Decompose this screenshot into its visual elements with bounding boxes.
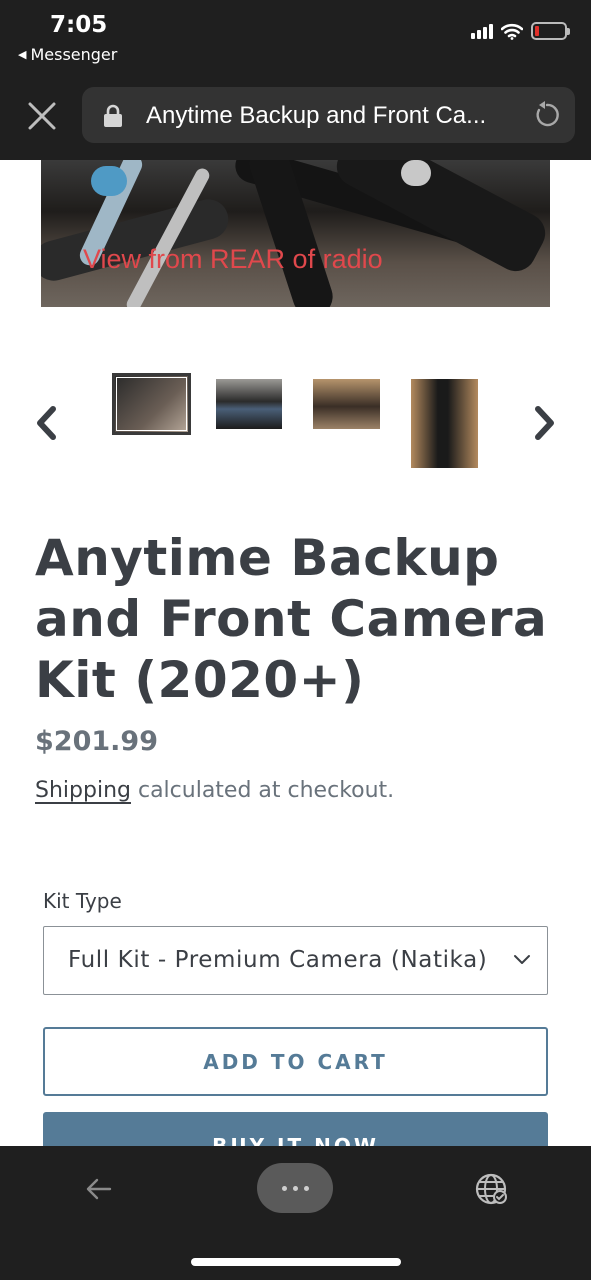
reload-icon[interactable]: [533, 101, 561, 129]
home-indicator[interactable]: [191, 1258, 401, 1266]
status-time: 7:05: [50, 12, 108, 38]
battery-icon: [531, 22, 570, 40]
chevron-left-icon[interactable]: [33, 405, 59, 441]
back-triangle-icon: ◀: [18, 48, 27, 61]
shipping-text: calculated at checkout.: [130, 778, 395, 803]
status-bar: 7:05 ◀ Messenger: [0, 0, 591, 78]
browser-toolbar: Anytime Backup and Front Ca...: [0, 78, 591, 160]
status-icons: [471, 22, 570, 40]
url-bar[interactable]: Anytime Backup and Front Ca...: [82, 87, 575, 143]
back-app-label: Messenger: [30, 45, 118, 64]
close-icon[interactable]: [22, 96, 62, 136]
thumbnail-1[interactable]: [112, 373, 191, 435]
signal-icon: [471, 23, 493, 39]
chevron-down-icon: [514, 955, 530, 964]
hero-caption: View from REAR of radio: [83, 244, 383, 274]
url-title: Anytime Backup and Front Ca...: [146, 102, 487, 129]
thumbnail-2[interactable]: [216, 379, 282, 429]
product-title: Anytime Backup and Front Camera Kit (202…: [35, 529, 548, 709]
lock-icon: [104, 104, 122, 127]
chevron-right-icon[interactable]: [532, 405, 558, 441]
shipping-note: Shipping calculated at checkout.: [35, 778, 394, 803]
kit-type-label: Kit Type: [43, 889, 122, 913]
add-to-cart-button[interactable]: ADD TO CART: [43, 1027, 548, 1096]
product-main-image[interactable]: View from REAR of radio: [41, 160, 550, 307]
kit-type-value: Full Kit - Premium Camera (Natika): [68, 947, 488, 973]
thumbnail-4[interactable]: [411, 379, 478, 468]
product-price: $201.99: [35, 726, 158, 757]
shipping-link[interactable]: Shipping: [35, 778, 131, 803]
thumbnail-3[interactable]: [313, 379, 380, 429]
arrow-left-icon[interactable]: [84, 1174, 114, 1204]
globe-icon[interactable]: [474, 1172, 510, 1206]
bottom-toolbar: [0, 1146, 591, 1280]
thumbnail-carousel: [0, 370, 591, 480]
back-to-app-link[interactable]: ◀ Messenger: [18, 45, 117, 64]
kit-type-select[interactable]: Full Kit - Premium Camera (Natika): [43, 926, 548, 995]
more-icon[interactable]: [257, 1163, 333, 1213]
wifi-icon: [501, 23, 523, 40]
